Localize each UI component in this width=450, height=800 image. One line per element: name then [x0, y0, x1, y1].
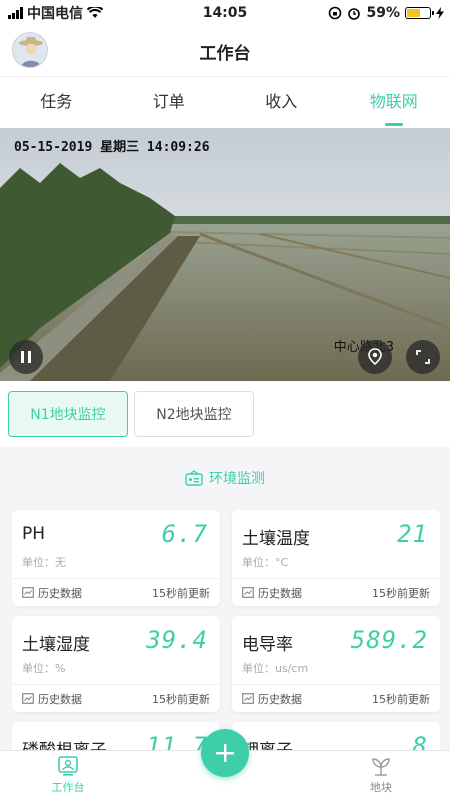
top-tabs: 任务 订单 收入 物联网 [0, 76, 450, 128]
sensor-unit: 单位：% [22, 662, 66, 675]
sensor-card-soil-temp[interactable]: 土壤温度 21 单位：°C 历史数据 15秒前更新 [232, 510, 440, 606]
sensor-name: 钾离子 [242, 736, 293, 750]
history-chart-icon [22, 693, 34, 704]
sensor-card-phosphate[interactable]: 磷酸根离子 11.7 [12, 722, 220, 750]
sensor-value: 39.4 [146, 626, 208, 654]
update-time: 15秒前更新 [372, 586, 430, 600]
history-link[interactable]: 历史数据 [22, 585, 82, 601]
bottom-nav: 工作台 地块 [0, 729, 450, 800]
sensor-name: 磷酸根离子 [22, 736, 107, 750]
sensor-card-ph[interactable]: PH 6.7 单位：无 历史数据 15秒前更新 [12, 510, 220, 606]
add-button[interactable] [201, 729, 249, 777]
update-time: 15秒前更新 [152, 692, 210, 706]
workbench-icon [58, 756, 78, 776]
fullscreen-icon [416, 350, 430, 364]
tab-tasks[interactable]: 任务 [0, 77, 113, 128]
farmer-avatar-icon [13, 33, 47, 67]
sensor-card-conductivity[interactable]: 电导率 589.2 单位：us/cm 历史数据 15秒前更新 [232, 616, 440, 712]
tab-iot[interactable]: 物联网 [338, 77, 450, 128]
sensor-value: 11.7 [146, 732, 208, 750]
fullscreen-button[interactable] [406, 340, 440, 374]
tab-orders[interactable]: 订单 [113, 77, 226, 128]
history-label: 历史数据 [258, 692, 302, 706]
pause-icon [21, 351, 31, 363]
history-link[interactable]: 历史数据 [242, 585, 302, 601]
env-title-text: 环境监测 [209, 471, 265, 487]
sensor-value: 21 [397, 520, 428, 548]
battery-fill [407, 9, 420, 17]
plus-icon [216, 744, 234, 762]
video-timestamp: 05-15-2019 星期三 14:09:26 [14, 140, 210, 155]
sensor-unit: 单位：us/cm [242, 662, 309, 675]
sensor-name: 土壤温度 [242, 529, 310, 549]
sensor-grid: PH 6.7 单位：无 历史数据 15秒前更新 土壤温度 21 单位：°C 历史… [12, 510, 440, 750]
sensor-name: PH [22, 524, 46, 544]
sensor-value: 6.7 [161, 520, 208, 548]
sensor-unit: 单位：°C [242, 556, 289, 569]
location-button[interactable] [358, 340, 392, 374]
sensor-footer: 历史数据 15秒前更新 [12, 578, 220, 606]
history-chart-icon [22, 587, 34, 598]
nav-workbench-label: 工作台 [51, 781, 85, 794]
status-left: 中国电信 [8, 3, 103, 23]
tab-income[interactable]: 收入 [225, 77, 338, 128]
sensor-name: 土壤湿度 [22, 635, 90, 655]
history-chart-icon [242, 693, 254, 704]
history-label: 历史数据 [258, 586, 302, 600]
env-monitor-title: 环境监测 [0, 468, 450, 488]
charging-icon [436, 7, 444, 19]
carrier-name: 中国电信 [27, 6, 83, 22]
history-label: 历史数据 [38, 692, 82, 706]
page-title: 工作台 [199, 43, 251, 64]
sensor-unit: 单位：无 [22, 556, 66, 569]
update-time: 15秒前更新 [372, 692, 430, 706]
sensor-device-icon [185, 470, 203, 486]
history-chart-icon [242, 587, 254, 598]
status-right: 59% [328, 5, 444, 21]
avatar[interactable] [12, 32, 48, 68]
plot-n1-button[interactable]: N1地块监控 [8, 391, 128, 437]
status-bar: 中国电信 14:05 59% [0, 0, 450, 26]
camera-feed[interactable]: 05-15-2019 星期三 14:09:26 中心路北3 [0, 128, 450, 381]
sensor-name: 电导率 [242, 635, 293, 655]
battery-percent: 59% [366, 5, 400, 21]
signal-icon [8, 7, 23, 19]
sensor-card-soil-moisture[interactable]: 土壤湿度 39.4 单位：% 历史数据 15秒前更新 [12, 616, 220, 712]
sensor-card-potassium[interactable]: 钾离子 8 [232, 722, 440, 750]
plot-n2-button[interactable]: N2地块监控 [134, 391, 254, 437]
history-label: 历史数据 [38, 586, 82, 600]
sensor-footer: 历史数据 15秒前更新 [232, 578, 440, 606]
update-time: 15秒前更新 [152, 586, 210, 600]
history-link[interactable]: 历史数据 [22, 691, 82, 707]
wifi-icon [87, 7, 103, 18]
sensor-footer: 历史数据 15秒前更新 [12, 684, 220, 712]
rotation-lock-icon [329, 6, 342, 20]
nav-plot-label: 地块 [370, 781, 392, 794]
plot-selector: N1地块监控 N2地块监控 [0, 381, 450, 447]
alarm-icon [348, 8, 361, 20]
sensor-value: 589.2 [350, 626, 428, 654]
history-link[interactable]: 历史数据 [242, 691, 302, 707]
pause-button[interactable] [9, 340, 43, 374]
plot-icon [372, 758, 390, 776]
sensor-footer: 历史数据 15秒前更新 [232, 684, 440, 712]
nav-plot[interactable]: 地块 [351, 755, 411, 795]
app-header: 工作台 [0, 26, 450, 76]
sensor-value: 8 [412, 732, 428, 750]
nav-workbench[interactable]: 工作台 [38, 755, 98, 795]
location-pin-icon [368, 348, 382, 366]
battery-icon [405, 7, 434, 19]
